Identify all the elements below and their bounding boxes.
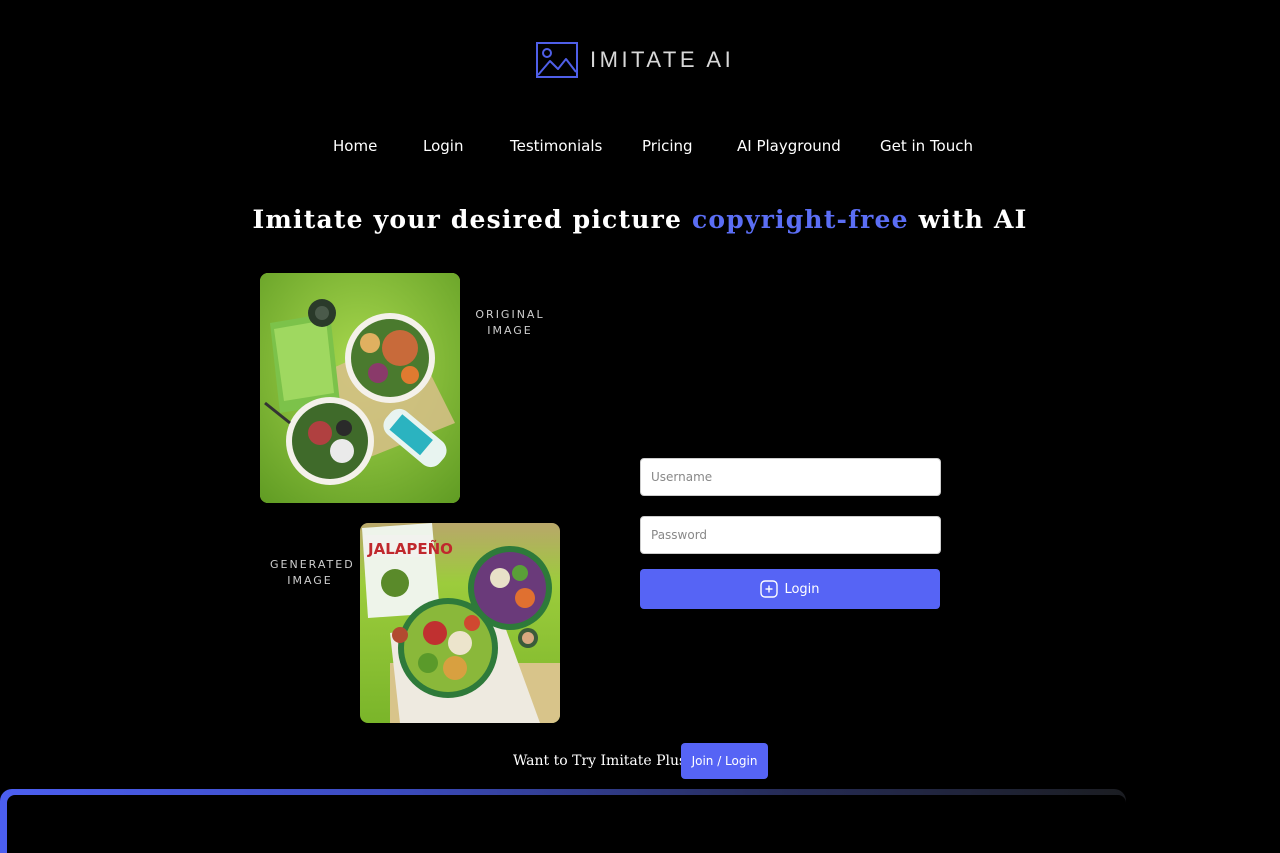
- image-frame-icon: [536, 42, 578, 78]
- hero-headline: Imitate your desired picture copyright-f…: [0, 205, 1280, 234]
- login-button[interactable]: Login: [640, 569, 940, 609]
- nav-testimonials[interactable]: Testimonials: [510, 137, 602, 155]
- bottom-panel: [0, 789, 1126, 853]
- nav-pricing[interactable]: Pricing: [642, 137, 693, 155]
- original-caption-line2: IMAGE: [487, 324, 533, 337]
- original-image-caption: ORIGINAL IMAGE: [470, 307, 550, 339]
- headline-text-pre: Imitate your desired picture: [252, 205, 692, 234]
- password-field[interactable]: [640, 516, 941, 554]
- promo-text: Want to Try Imitate Plus?: [513, 753, 694, 769]
- original-caption-line1: ORIGINAL: [475, 308, 545, 321]
- nav-home[interactable]: Home: [333, 137, 377, 155]
- brand-name: IMITATE AI: [590, 47, 735, 72]
- bottom-panel-content: [7, 795, 1126, 853]
- generated-bag-label: JALAPEÑO: [367, 539, 453, 558]
- brand-logo[interactable]: IMITATE AI: [536, 42, 734, 78]
- nav-get-in-touch[interactable]: Get in Touch: [880, 137, 973, 155]
- nav-login[interactable]: Login: [423, 137, 463, 155]
- generated-image-caption: GENERATED IMAGE: [270, 557, 355, 589]
- headline-text-post: with AI: [908, 205, 1028, 234]
- join-login-button[interactable]: Join / Login: [681, 743, 768, 779]
- login-button-label: Login: [784, 581, 820, 597]
- generated-caption-line2: IMAGE: [287, 574, 333, 587]
- generated-image: JALAPEÑO: [360, 523, 560, 723]
- login-square-icon: [760, 580, 779, 598]
- original-image: [260, 273, 460, 503]
- headline-accent: copyright-free: [691, 205, 909, 234]
- username-field[interactable]: [640, 458, 941, 496]
- nav-ai-playground[interactable]: AI Playground: [737, 137, 841, 155]
- generated-caption-line1: GENERATED: [270, 558, 355, 571]
